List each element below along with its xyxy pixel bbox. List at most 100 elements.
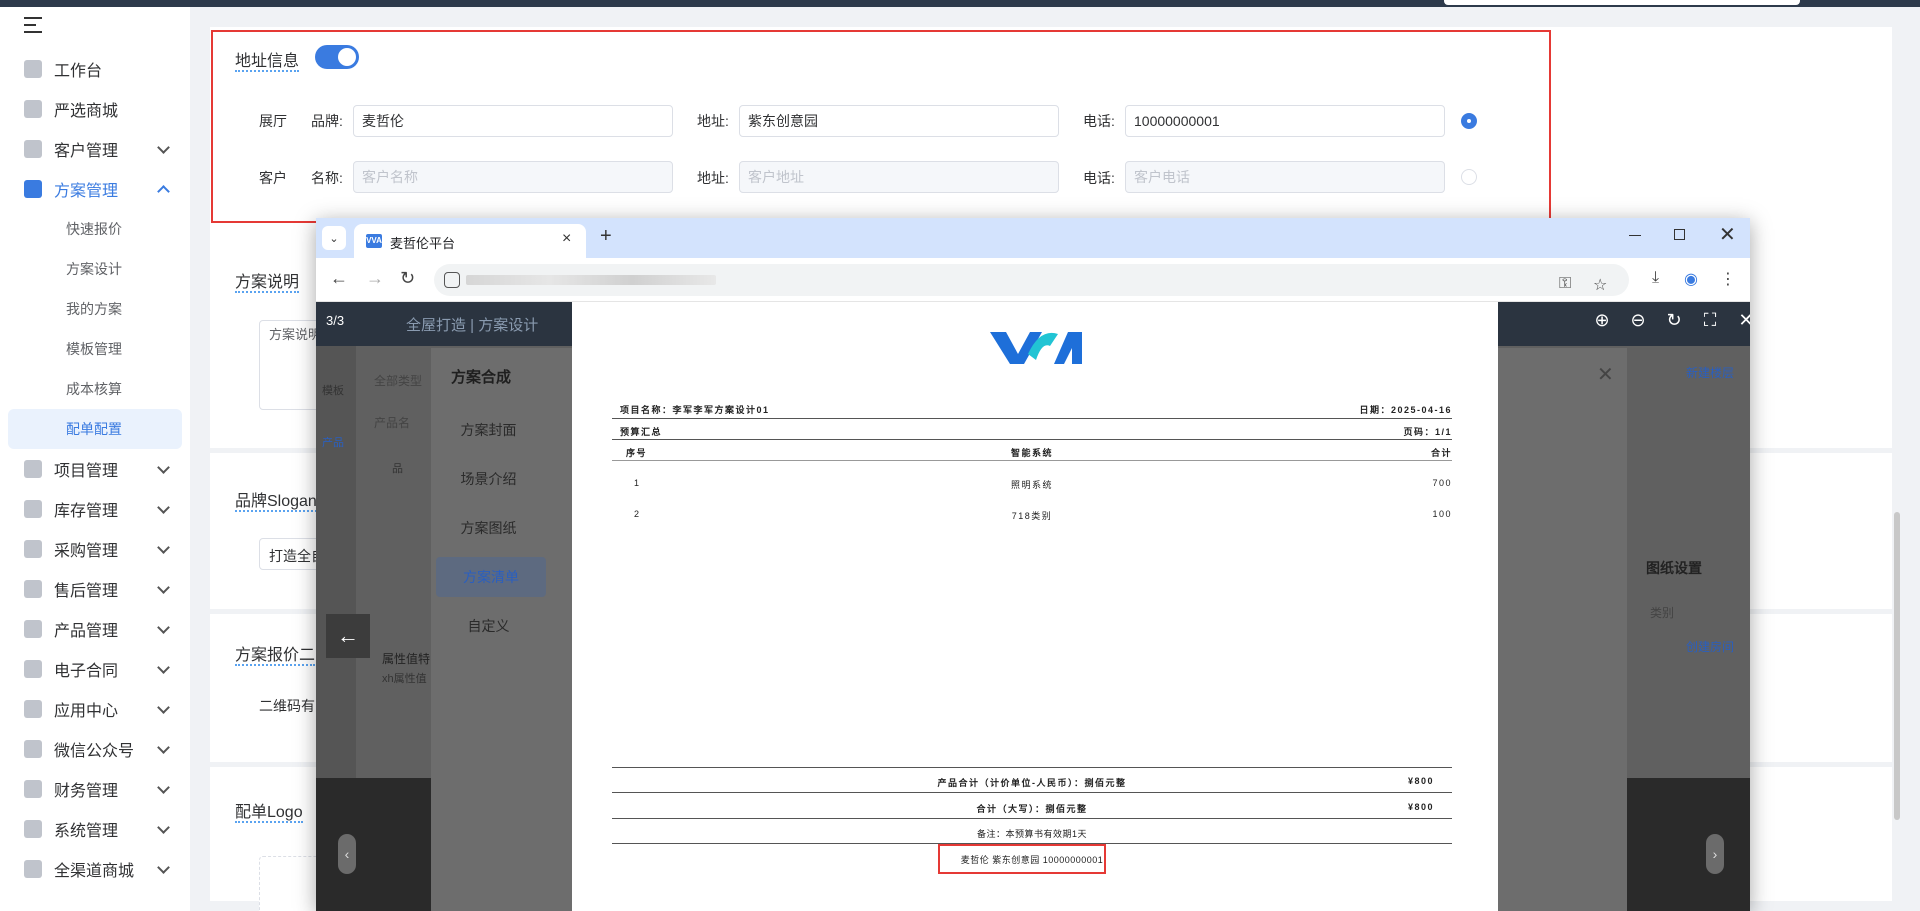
app-create-room-link: 创建房间 xyxy=(1686,640,1735,654)
showroom-address-input[interactable]: 紫东创意园 xyxy=(739,105,1059,137)
key-icon[interactable]: ⚿ xyxy=(1559,275,1571,293)
sidebar-item-inventory[interactable]: 库存管理 xyxy=(0,489,190,529)
sidebar-subitem-cost[interactable]: 成本核算 xyxy=(0,369,190,409)
chevron-down-icon xyxy=(157,461,170,474)
chevron-down-icon xyxy=(157,141,170,154)
plan-desc-title: 方案说明 xyxy=(235,274,300,293)
doc-summary-label: 预算汇总 xyxy=(620,427,663,437)
chevron-down-icon xyxy=(157,701,170,714)
folder-icon xyxy=(24,460,42,478)
zoom-out-icon[interactable]: ⊖ xyxy=(1627,310,1649,331)
doc-rule xyxy=(612,460,1452,461)
maximize-icon[interactable] xyxy=(1674,229,1685,240)
modal-close-icon[interactable]: ✕ xyxy=(1597,362,1614,387)
showroom-radio[interactable] xyxy=(1461,113,1477,129)
sidebar-item-purchase[interactable]: 采购管理 xyxy=(0,529,190,569)
sidebar-subitem-quick-quote[interactable]: 快速报价 xyxy=(0,209,190,249)
sidebar-item-wechat[interactable]: 微信公众号 xyxy=(0,729,190,769)
tab-search-icon[interactable]: ⌄ xyxy=(322,226,346,250)
modal-nav-cover[interactable]: 方案封面 xyxy=(431,410,546,450)
tab-close-icon[interactable]: × xyxy=(562,230,571,248)
sidebar-item-finance[interactable]: 财务管理 xyxy=(0,769,190,809)
sidebar: 工作台 严选商城 客户管理 方案管理 快速报价 方案设计 我的方案 模板管理 成… xyxy=(0,7,190,911)
sidebar-item-label: 客户管理 xyxy=(54,143,119,160)
sidebar-item-label: 库存管理 xyxy=(54,503,119,520)
sidebar-item-customers[interactable]: 客户管理 xyxy=(0,129,190,169)
address-section-title: 地址信息 xyxy=(235,53,300,72)
modal-nav-scene[interactable]: 场景介绍 xyxy=(431,459,546,499)
store-icon xyxy=(24,860,42,878)
modal-nav-custom[interactable]: 自定义 xyxy=(431,606,546,646)
rotate-icon[interactable]: ↻ xyxy=(1663,310,1685,331)
blurred-url xyxy=(466,275,716,285)
customer-phone-input[interactable]: 客户电话 xyxy=(1125,161,1445,193)
sidebar-item-apps[interactable]: 应用中心 xyxy=(0,689,190,729)
sidebar-subitem-templates[interactable]: 模板管理 xyxy=(0,329,190,369)
window-close-icon[interactable]: ✕ xyxy=(1719,222,1736,247)
forward-icon[interactable]: → xyxy=(366,268,384,289)
sidebar-item-products[interactable]: 产品管理 xyxy=(0,609,190,649)
back-icon[interactable]: ← xyxy=(330,268,348,289)
sidebar-item-contracts[interactable]: 电子合同 xyxy=(0,649,190,689)
sidebar-item-system[interactable]: 系统管理 xyxy=(0,809,190,849)
viewer-prev-icon[interactable]: ← xyxy=(326,614,370,658)
footer-highlight-box xyxy=(938,844,1106,874)
doc-cell-total: 100 xyxy=(1432,509,1452,519)
customer-radio[interactable] xyxy=(1461,169,1477,185)
app-prev-icon[interactable]: ‹ xyxy=(338,834,356,874)
sidebar-item-label: 系统管理 xyxy=(54,823,119,840)
address-bar[interactable]: ⚿ ☆ xyxy=(434,264,1629,296)
customer-name-label: 名称: xyxy=(311,170,343,186)
sidebar-item-label: 财务管理 xyxy=(54,783,119,800)
customer-address-input[interactable]: 客户地址 xyxy=(739,161,1059,193)
app-product-sub: xh属性值 xyxy=(382,673,427,685)
download-icon[interactable]: ⤓ xyxy=(1652,269,1659,287)
showroom-phone-input[interactable]: 10000000001 xyxy=(1125,105,1445,137)
sidebar-item-label: 电子合同 xyxy=(54,663,119,680)
zoom-in-icon[interactable]: ⊕ xyxy=(1591,310,1613,331)
sidebar-item-workbench[interactable]: 工作台 xyxy=(0,49,190,89)
address-toggle[interactable] xyxy=(315,45,359,69)
doc-project-name: 项目名称：李军李军方案设计01 xyxy=(620,405,770,415)
sidebar-item-label: 微信公众号 xyxy=(54,743,135,760)
reload-icon[interactable]: ↻ xyxy=(400,268,415,289)
sidebar-subitem-order-config[interactable]: 配单配置 xyxy=(8,409,182,449)
site-info-icon[interactable] xyxy=(444,272,460,288)
doc-rule xyxy=(612,767,1452,768)
row-label-showroom: 展厅 xyxy=(259,113,287,129)
sidebar-item-label: 产品管理 xyxy=(54,623,119,640)
showroom-address-label: 地址: xyxy=(697,113,729,129)
sidebar-item-plans[interactable]: 方案管理 xyxy=(0,169,190,209)
modal-nav-list[interactable]: 方案清单 xyxy=(436,557,546,597)
app-next-icon[interactable]: › xyxy=(1706,834,1724,874)
modal-nav-drawings[interactable]: 方案图纸 xyxy=(431,508,546,548)
app-product-name: 属性值特 xyxy=(382,652,431,666)
page-scrollbar-thumb[interactable] xyxy=(1894,512,1900,820)
doc-icon xyxy=(24,180,42,198)
sidebar-item-omni-store[interactable]: 全渠道商城 xyxy=(0,849,190,889)
browser-tab[interactable]: VVA 麦哲伦平台 × xyxy=(354,224,586,258)
new-tab-icon[interactable]: + xyxy=(600,225,612,248)
modal-sidebar: 方案合成 方案封面 场景介绍 方案图纸 方案清单 自定义 xyxy=(431,348,546,911)
doc-rule xyxy=(612,792,1452,793)
customer-name-input[interactable]: 客户名称 xyxy=(353,161,673,193)
brand-logo xyxy=(990,332,1082,364)
minimize-icon[interactable] xyxy=(1629,235,1641,236)
profile-icon[interactable]: ◉ xyxy=(1684,269,1698,289)
wechat-icon xyxy=(24,740,42,758)
product-icon xyxy=(24,620,42,638)
app-tab-label: 品 xyxy=(392,463,403,475)
menu-collapse-icon[interactable] xyxy=(24,17,44,33)
browser-toolbar: ← → ↻ ⚿ ☆ ⤓ ◉ ⋮ xyxy=(316,258,1750,302)
more-menu-icon[interactable]: ⋮ xyxy=(1720,269,1736,289)
sidebar-subitem-plan-design[interactable]: 方案设计 xyxy=(0,249,190,289)
sidebar-item-aftersales[interactable]: 售后管理 xyxy=(0,569,190,609)
star-icon[interactable]: ☆ xyxy=(1593,275,1607,295)
sidebar-item-mall[interactable]: 严选商城 xyxy=(0,89,190,129)
sidebar-subitem-my-plans[interactable]: 我的方案 xyxy=(0,289,190,329)
sidebar-item-projects[interactable]: 项目管理 xyxy=(0,449,190,489)
browser-window: ⌄ VVA 麦哲伦平台 × + ✕ ← → ↻ ⚿ ☆ ⤓ ◉ ⋮ 全屋打造 |… xyxy=(316,218,1750,911)
viewer-close-icon[interactable]: ✕ xyxy=(1735,310,1750,331)
brand-input[interactable]: 麦哲伦 xyxy=(353,105,673,137)
fullscreen-icon[interactable]: ⛶ xyxy=(1699,310,1721,331)
